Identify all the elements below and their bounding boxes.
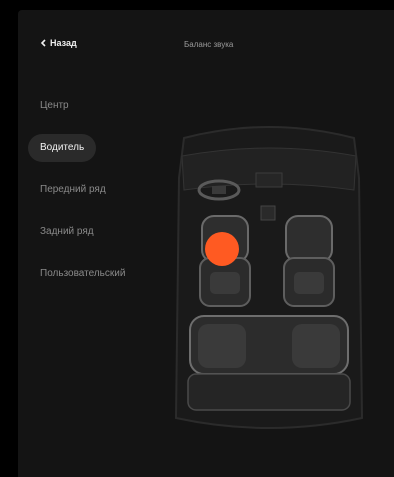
zone-menu: Центр Водитель Передний ряд Задний ряд П… [28, 92, 158, 302]
chevron-left-icon [40, 39, 46, 47]
page-title: Баланс звука [184, 40, 234, 49]
menu-item-label: Пользовательский [40, 268, 126, 279]
menu-item-front-row[interactable]: Передний ряд [28, 176, 158, 204]
menu-item-driver[interactable]: Водитель [28, 134, 158, 176]
menu-item-custom[interactable]: Пользовательский [28, 260, 158, 288]
back-button[interactable]: Назад [40, 38, 77, 48]
menu-item-rear-row[interactable]: Задний ряд [28, 218, 158, 246]
menu-item-center[interactable]: Центр [28, 92, 158, 120]
menu-item-label: Передний ряд [40, 184, 106, 195]
menu-item-label: Центр [40, 100, 69, 111]
menu-item-label: Задний ряд [40, 226, 94, 237]
car-interior-image[interactable] [164, 118, 374, 433]
rear-bench[interactable] [187, 315, 351, 411]
passenger-seat[interactable] [283, 215, 335, 307]
back-label: Назад [50, 38, 77, 48]
balance-marker[interactable] [205, 232, 239, 266]
menu-item-label: Водитель [28, 134, 97, 162]
